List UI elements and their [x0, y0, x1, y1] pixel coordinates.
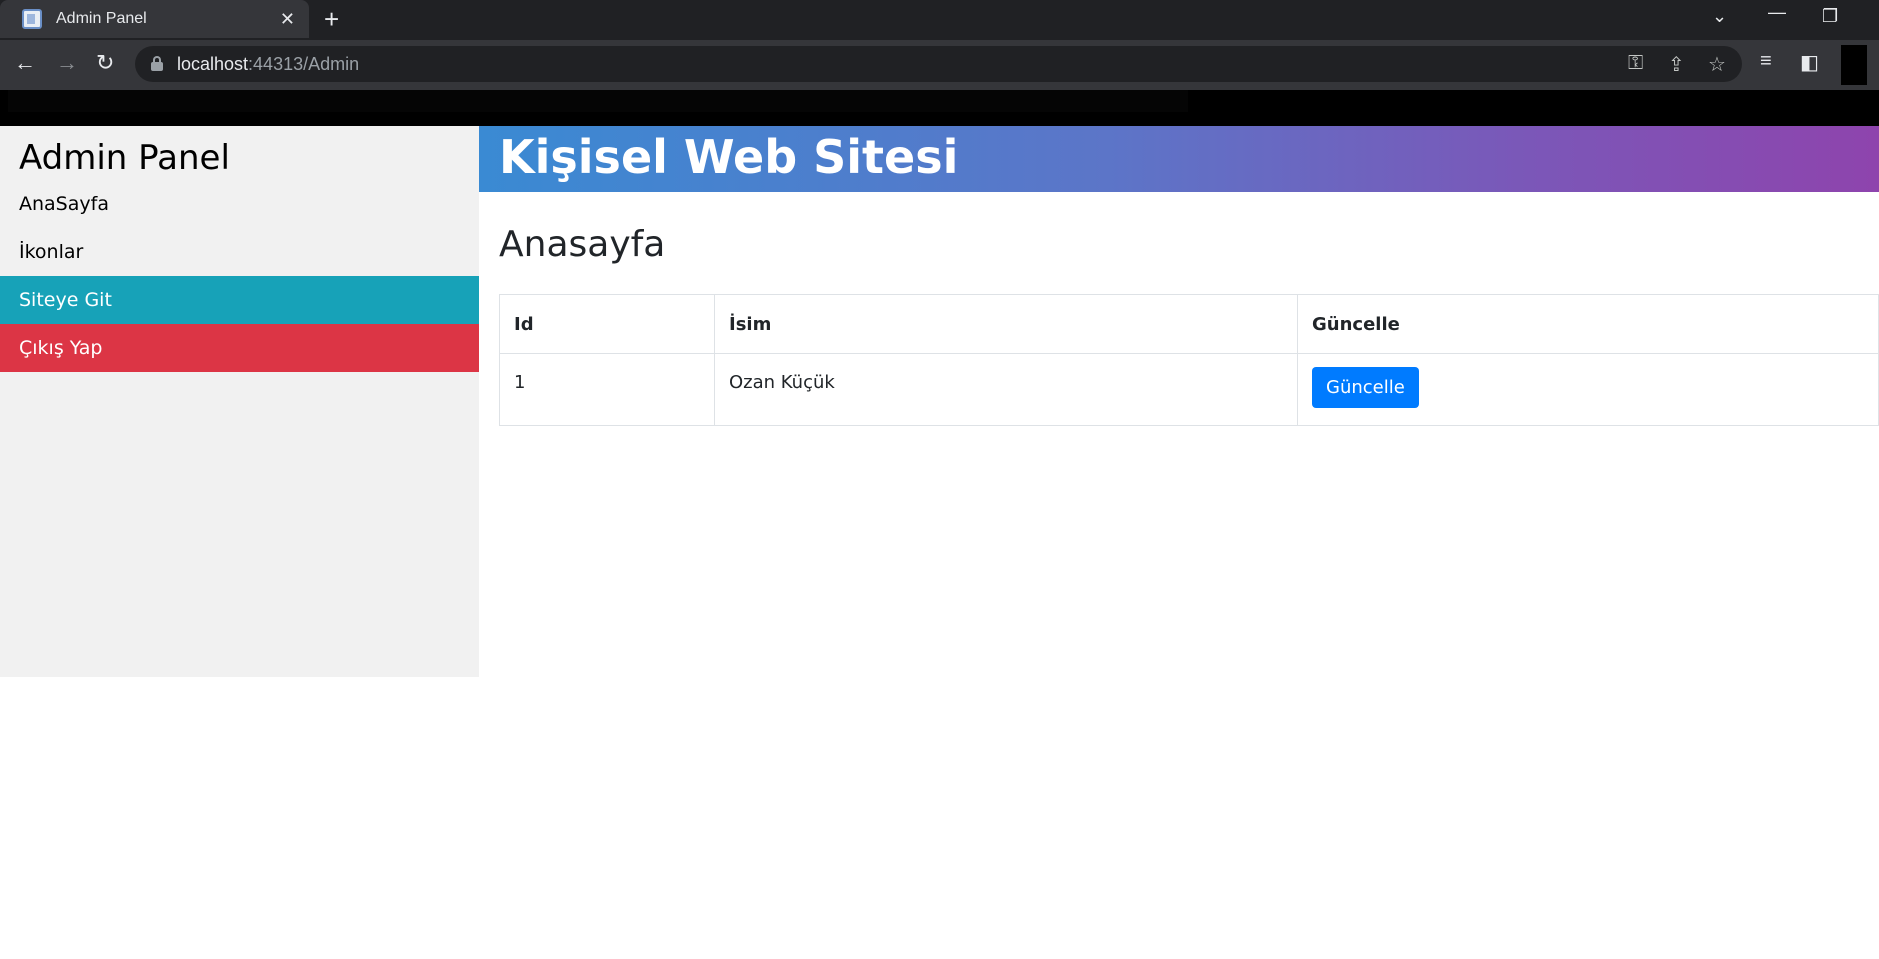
address-bar[interactable]: localhost:44313/Admin ⚿ ⇪ ☆	[135, 46, 1742, 82]
sidebar-title: Admin Panel	[19, 138, 230, 178]
cell-name: Ozan Küçük	[714, 353, 1298, 426]
key-icon[interactable]: ⚿	[1628, 52, 1643, 75]
update-button[interactable]: Güncelle	[1312, 367, 1419, 408]
sidebar: Admin Panel AnaSayfa İkonlar Siteye Git …	[0, 126, 479, 677]
table-row: 1 Ozan Küçük Güncelle	[499, 353, 1879, 426]
minimize-icon[interactable]: —	[1768, 2, 1786, 23]
restore-icon[interactable]: ❐	[1822, 6, 1838, 27]
sidebar-item-ikonlar[interactable]: İkonlar	[0, 228, 479, 276]
page: Admin Panel AnaSayfa İkonlar Siteye Git …	[0, 126, 1879, 959]
cell-id: 1	[499, 353, 715, 426]
sidebar-item-cikis-yap[interactable]: Çıkış Yap	[0, 324, 479, 372]
sidebar-item-anasayfa[interactable]: AnaSayfa	[0, 180, 479, 228]
bookmark-star-icon[interactable]: ☆	[1708, 52, 1726, 77]
header-banner: Kişisel Web Sitesi	[479, 126, 1879, 192]
browser-toolbar: ← → ↻ localhost:44313/Admin ⚿ ⇪ ☆ ≡ ◧	[0, 40, 1879, 90]
url-text[interactable]: localhost:44313/Admin	[177, 54, 359, 75]
sidebar-item-siteye-git[interactable]: Siteye Git	[0, 276, 479, 324]
bookmarks-bar	[0, 90, 1879, 126]
profile-avatar[interactable]	[1841, 45, 1867, 85]
browser-tab[interactable]: Admin Panel ✕	[0, 0, 309, 38]
table-header-row: Id İsim Güncelle	[499, 294, 1879, 354]
cell-action: Güncelle	[1297, 353, 1879, 426]
page-icon	[22, 9, 42, 29]
redacted-bookmarks	[8, 90, 1188, 112]
tab-title: Admin Panel	[56, 10, 147, 27]
site-title: Kişisel Web Sitesi	[499, 130, 959, 184]
browser-tab-bar: Admin Panel ✕ + ⌄ — ❐	[0, 0, 1879, 40]
back-icon[interactable]: ←	[14, 50, 36, 76]
page-title: Anasayfa	[499, 224, 666, 265]
share-icon[interactable]: ⇪	[1668, 52, 1685, 77]
side-panel-icon[interactable]: ◧	[1800, 50, 1819, 75]
column-header-id: Id	[499, 294, 715, 354]
lock-icon[interactable]	[151, 56, 163, 71]
forward-icon[interactable]: →	[56, 50, 78, 76]
reload-icon[interactable]: ↻	[96, 50, 114, 76]
data-table: Id İsim Güncelle 1 Ozan Küçük Güncelle	[499, 294, 1879, 426]
new-tab-button[interactable]: +	[324, 6, 339, 32]
media-queue-icon[interactable]: ≡	[1760, 50, 1772, 73]
column-header-name: İsim	[714, 294, 1298, 354]
column-header-update: Güncelle	[1297, 294, 1879, 354]
tab-search-icon[interactable]: ⌄	[1712, 6, 1727, 27]
close-tab-icon[interactable]: ✕	[280, 9, 295, 29]
